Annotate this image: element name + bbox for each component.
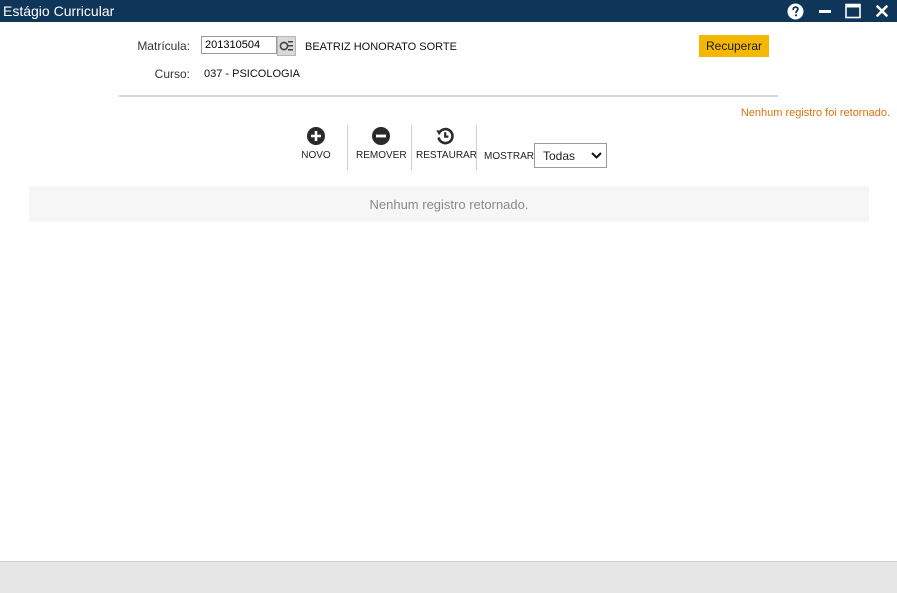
minimize-icon bbox=[819, 10, 831, 13]
minus-circle-icon bbox=[372, 127, 390, 145]
matricula-label: Matrícula: bbox=[137, 39, 190, 53]
help-button[interactable] bbox=[785, 2, 805, 20]
footer-bar bbox=[0, 561, 897, 593]
toolbar-separator bbox=[411, 125, 412, 170]
matricula-lookup-button[interactable] bbox=[277, 36, 296, 56]
toolbar-separator bbox=[347, 125, 348, 170]
maximize-icon bbox=[845, 3, 861, 19]
help-icon bbox=[787, 3, 803, 19]
close-icon bbox=[876, 5, 888, 17]
mostrar-selected-value: Todas bbox=[543, 149, 576, 163]
restaurar-label: RESTAURAR bbox=[416, 150, 477, 161]
window-title: Estágio Curricular bbox=[3, 3, 115, 19]
novo-button[interactable]: NOVO bbox=[296, 126, 336, 161]
restaurar-button[interactable]: RESTAURAR bbox=[416, 126, 477, 161]
records-list-empty: Nenhum registro retornado. bbox=[29, 186, 869, 222]
recuperar-button[interactable]: Recuperar bbox=[699, 35, 769, 57]
student-name: BEATRIZ HONORATO SORTE bbox=[305, 41, 457, 53]
minimize-button[interactable] bbox=[815, 2, 835, 20]
curso-label: Curso: bbox=[154, 67, 190, 81]
toolbar-separator bbox=[476, 125, 477, 170]
maximize-button[interactable] bbox=[843, 2, 863, 20]
chevron-down-icon bbox=[591, 152, 602, 159]
divider bbox=[119, 95, 778, 97]
remover-label: REMOVER bbox=[356, 150, 407, 161]
curso-value: 037 - PSICOLOGIA bbox=[204, 68, 300, 80]
novo-label: NOVO bbox=[301, 150, 331, 161]
mostrar-label: MOSTRAR: bbox=[484, 151, 537, 162]
search-list-icon bbox=[279, 41, 293, 51]
no-records-notice: Nenhum registro foi retornado. bbox=[740, 107, 890, 119]
matricula-input[interactable] bbox=[201, 36, 277, 54]
empty-list-message: Nenhum registro retornado. bbox=[369, 196, 529, 212]
restore-history-icon bbox=[436, 127, 454, 145]
mostrar-select[interactable]: Todas bbox=[534, 143, 607, 168]
window-titlebar: Estágio Curricular bbox=[0, 0, 897, 22]
close-button[interactable] bbox=[872, 2, 892, 20]
plus-circle-icon bbox=[307, 127, 325, 145]
remover-button[interactable]: REMOVER bbox=[356, 126, 407, 161]
